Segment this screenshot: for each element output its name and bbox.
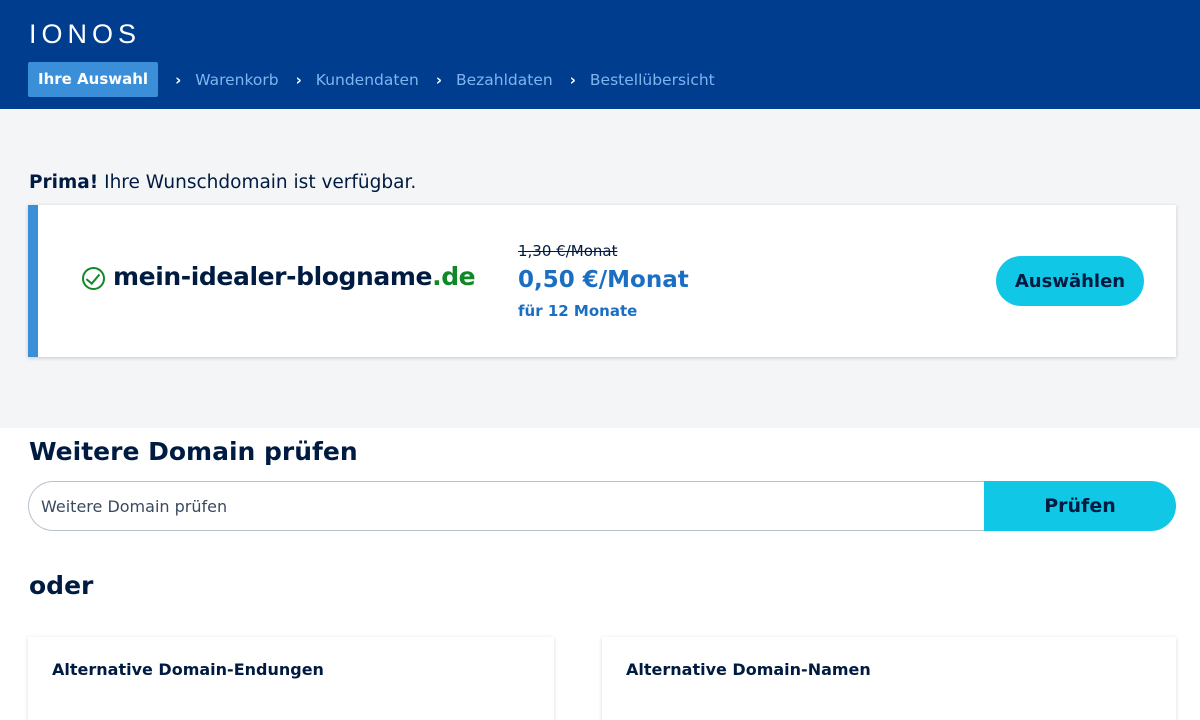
current-price: 0,50 €/Monat bbox=[518, 267, 689, 293]
step-warenkorb[interactable]: Warenkorb bbox=[195, 71, 278, 89]
alternative-endings-title: Alternative Domain-Endungen bbox=[52, 660, 324, 679]
search-section-title: Weitere Domain prüfen bbox=[29, 437, 358, 466]
or-separator: oder bbox=[29, 571, 94, 600]
availability-message: Prima! Ihre Wunschdomain ist verfügbar. bbox=[29, 172, 416, 193]
step-bestelluebersicht[interactable]: Bestellübersicht bbox=[590, 71, 715, 89]
alternative-names-card[interactable]: Alternative Domain-Namen bbox=[602, 637, 1176, 720]
chevron-right-icon: › bbox=[569, 70, 576, 89]
chevron-right-icon: › bbox=[295, 70, 302, 89]
step-ihre-auswahl[interactable]: Ihre Auswahl bbox=[28, 62, 159, 97]
domain-result-card: mein-idealer-blogname.de 1,30 €/Monat 0,… bbox=[28, 205, 1176, 357]
step-bezahldaten[interactable]: Bezahldaten bbox=[456, 71, 553, 89]
domain-search-input[interactable] bbox=[28, 481, 988, 531]
chevron-right-icon: › bbox=[175, 70, 182, 89]
domain-name: mein-idealer-blogname.de bbox=[113, 262, 476, 291]
old-price: 1,30 €/Monat bbox=[518, 242, 618, 260]
price-period: für 12 Monate bbox=[518, 302, 638, 320]
availability-text: Ihre Wunschdomain ist verfügbar. bbox=[98, 172, 417, 193]
check-circle-icon bbox=[82, 267, 105, 290]
ionos-logo[interactable]: IONOS bbox=[29, 19, 141, 50]
check-domain-button[interactable]: Prüfen bbox=[984, 481, 1176, 531]
chevron-right-icon: › bbox=[435, 70, 442, 89]
step-kundendaten[interactable]: Kundendaten bbox=[316, 71, 419, 89]
domain-search-form: Prüfen bbox=[28, 481, 1176, 531]
domain-label: mein-idealer-blogname bbox=[113, 262, 433, 291]
availability-prefix: Prima! bbox=[29, 172, 99, 193]
top-header: IONOS Ihre Auswahl › Warenkorb › Kundend… bbox=[0, 0, 1200, 109]
alternative-endings-card[interactable]: Alternative Domain-Endungen bbox=[28, 637, 554, 720]
alternative-names-title: Alternative Domain-Namen bbox=[626, 660, 871, 679]
checkout-steps: Ihre Auswahl › Warenkorb › Kundendaten ›… bbox=[28, 62, 715, 97]
domain-tld: .de bbox=[432, 262, 476, 291]
select-domain-button[interactable]: Auswählen bbox=[996, 256, 1144, 306]
